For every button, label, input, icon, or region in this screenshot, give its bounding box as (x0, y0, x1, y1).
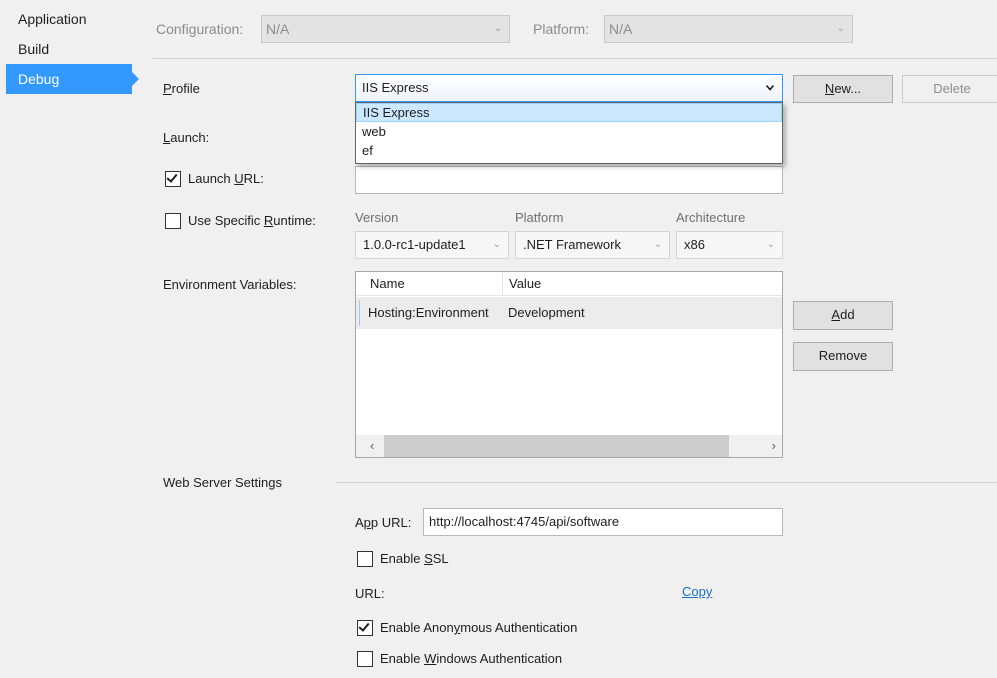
runtime-platform-value: .NET Framework (523, 237, 621, 252)
anonymous-auth-label: Enable Anonymous Authentication (380, 620, 578, 635)
nav-item-build[interactable]: Build (6, 34, 132, 64)
architecture-label: Architecture (676, 210, 746, 225)
architecture-value: x86 (684, 237, 705, 252)
windows-auth-checkbox[interactable] (357, 651, 373, 667)
env-value-cell[interactable]: Development (508, 297, 585, 329)
configuration-select: N/A ⌄ (261, 15, 510, 43)
scrollbar-thumb[interactable] (384, 435, 729, 457)
copy-link[interactable]: Copy (682, 584, 712, 599)
column-header-value[interactable]: Value (509, 272, 541, 296)
profile-dropdown-list: IIS Express web ef (355, 102, 783, 164)
section-divider (336, 482, 997, 483)
table-row[interactable]: Hosting:Environment Development (356, 297, 782, 329)
runtime-platform-label: Platform (515, 210, 564, 225)
arrow-left-icon[interactable]: ‹ (370, 435, 374, 457)
nav-item-application[interactable]: Application (6, 4, 132, 34)
version-label: Version (355, 210, 399, 225)
app-url-label: App URL: (355, 515, 412, 530)
launch-url-checkbox[interactable] (165, 171, 181, 187)
nav-item-debug[interactable]: Debug (6, 64, 139, 94)
env-vars-label: Environment Variables: (163, 277, 297, 292)
profile-option-iis-express[interactable]: IIS Express (356, 103, 782, 122)
grid-header: Name Value (356, 272, 782, 296)
configuration-value: N/A (266, 21, 290, 37)
profile-label: Profile (163, 81, 200, 96)
profile-option-web[interactable]: web (356, 122, 782, 141)
env-name-cell[interactable]: Hosting:Environment (368, 297, 489, 329)
web-server-settings-heading: Web Server Settings (163, 475, 282, 490)
platform-select: N/A ⌄ (604, 15, 853, 43)
chevron-down-icon: ⌄ (653, 239, 662, 250)
column-header-name[interactable]: Name (370, 272, 405, 296)
remove-env-var-button[interactable]: Remove (793, 342, 893, 371)
launch-url-label: Launch URL: (188, 171, 264, 186)
architecture-select: x86 ⌄ (676, 231, 783, 259)
chevron-down-icon: ⌄ (766, 239, 775, 250)
new-profile-button[interactable]: New... (793, 75, 893, 103)
launch-url-input[interactable] (355, 166, 783, 194)
horizontal-scrollbar[interactable]: ‹ › (356, 435, 782, 457)
add-env-var-button[interactable]: Add (793, 301, 893, 330)
enable-ssl-label: Enable SSL (380, 551, 449, 566)
enable-ssl-checkbox[interactable] (357, 551, 373, 567)
env-vars-grid[interactable]: Name Value Hosting:Environment Developme… (355, 271, 783, 458)
platform-label: Platform: (533, 21, 590, 37)
profile-option-ef[interactable]: ef (356, 141, 782, 160)
arrow-right-icon[interactable]: › (772, 435, 776, 457)
url-label: URL: (355, 586, 385, 601)
profile-selected-value: IIS Express (362, 80, 429, 95)
app-url-input[interactable]: http://localhost:4745/api/software (423, 508, 783, 536)
platform-value: N/A (609, 21, 633, 37)
specific-runtime-checkbox[interactable] (165, 213, 181, 229)
top-divider (153, 58, 997, 59)
configuration-label: Configuration: (156, 21, 244, 37)
chevron-down-icon: ⌄ (836, 23, 845, 34)
specific-runtime-label: Use Specific Runtime: (188, 213, 316, 228)
chevron-down-icon (766, 85, 774, 91)
delete-profile-button[interactable]: Delete (902, 75, 997, 103)
version-value: 1.0.0-rc1-update1 (363, 237, 466, 252)
runtime-platform-select: .NET Framework ⌄ (515, 231, 670, 259)
row-marker (359, 300, 360, 326)
check-icon (166, 171, 178, 183)
check-icon (358, 620, 370, 632)
anonymous-auth-checkbox[interactable] (357, 620, 373, 636)
launch-label: Launch: (163, 130, 210, 145)
version-select: 1.0.0-rc1-update1 ⌄ (355, 231, 509, 259)
chevron-down-icon: ⌄ (493, 23, 502, 34)
profile-select[interactable]: IIS Express (355, 74, 783, 102)
column-divider[interactable] (502, 272, 503, 296)
chevron-down-icon: ⌄ (492, 239, 501, 250)
windows-auth-label: Enable Windows Authentication (380, 651, 563, 666)
